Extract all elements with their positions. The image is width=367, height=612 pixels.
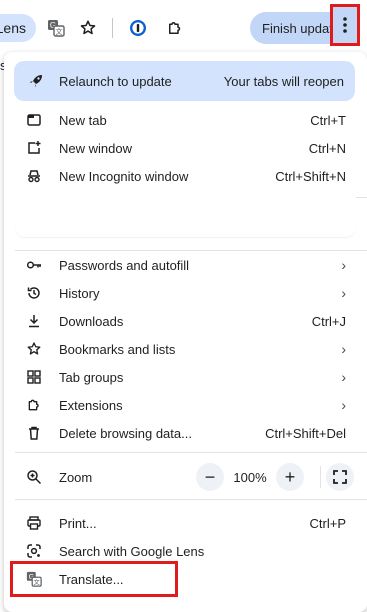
finish-update-label: Finish update [262,20,341,36]
minus-icon: − [204,466,216,487]
chevron-right-icon: › [341,397,346,413]
lens-chip-label: Lens [0,20,26,36]
menu-item-label: Passwords and autofill [59,257,190,273]
kebab-menu-button[interactable] [330,4,360,46]
menu-item-new-incognito-window[interactable]: New Incognito window Ctrl+Shift+N [4,162,367,190]
menu-item-label: History [59,285,100,301]
password-manager-icon[interactable] [124,14,152,42]
menu-item-print[interactable]: Print... Ctrl+P [4,509,367,537]
zoom-in-button[interactable]: + [276,463,304,491]
menu-item-label: New window [59,140,132,156]
menu-item-label: Extensions [59,397,123,413]
tab-groups-icon [26,369,42,385]
menu-item-search-with-google-lens[interactable]: Search with Google Lens [4,537,367,565]
translate-icon: G 文 [26,571,42,587]
menu-item-label: Delete browsing data... [59,425,192,441]
menu-divider [15,499,367,500]
chevron-right-icon: › [341,369,346,385]
relaunch-label: Relaunch to update [59,73,172,89]
trash-icon [26,425,42,441]
history-icon [26,285,42,301]
relaunch-note: Your tabs will reopen [223,73,344,89]
chrome-main-menu: Relaunch to update Your tabs will reopen… [4,52,367,612]
chevron-right-icon: › [341,257,346,273]
menu-item-history[interactable]: History › [4,279,367,307]
fullscreen-icon [333,470,347,484]
plus-icon: + [284,466,296,487]
star-icon [26,341,42,357]
menu-item-label: Print... [59,515,97,531]
zoom-level: 100% [233,470,267,485]
zoom-out-button[interactable]: − [196,463,224,491]
extensions-icon [26,397,42,413]
svg-text:文: 文 [56,27,63,36]
menu-item-shortcut: Ctrl+T [310,112,346,128]
zoom-row: Zoom − 100% + [4,457,367,497]
menu-item-label: New Incognito window [59,168,189,184]
menu-item-shortcut: Ctrl+Shift+Del [265,425,346,441]
menu-item-new-tab[interactable]: New tab Ctrl+T [4,106,367,134]
menu-divider [15,452,367,453]
new-window-icon [26,140,42,156]
zoom-magnifier-icon [26,469,42,488]
menu-item-shortcut: Ctrl+N [308,140,346,156]
menu-item-downloads[interactable]: Downloads Ctrl+J [4,307,367,335]
menu-item-passwords-and-autofill[interactable]: Passwords and autofill › [4,251,367,279]
extensions-puzzle-icon[interactable] [161,14,189,42]
rocket-icon [28,73,44,92]
kebab-menu-icon [343,17,347,33]
toolbar-divider [112,18,113,38]
menu-item-translate[interactable]: G 文 Translate... [4,565,367,593]
key-icon [26,257,42,273]
svg-text:文: 文 [34,578,41,586]
menu-item-tab-groups[interactable]: Tab groups › [4,363,367,391]
empty-profile-row [15,197,356,237]
browser-toolbar: Lens G 文 Finish update [0,0,367,58]
print-icon [26,515,42,531]
menu-item-label: Translate... [59,571,124,587]
google-translate-icon[interactable]: G 文 [42,14,70,42]
menu-item-shortcut: Ctrl+P [309,515,346,531]
menu-item-label: Bookmarks and lists [59,341,176,357]
bookmark-star-icon[interactable] [74,14,102,42]
menu-item-shortcut: Ctrl+Shift+N [275,168,346,184]
fullscreen-button[interactable] [326,463,354,491]
zoom-label: Zoom [59,470,93,485]
google-lens-chip[interactable]: Lens [0,14,36,42]
menu-item-new-window[interactable]: New window Ctrl+N [4,134,367,162]
menu-item-bookmarks-and-lists[interactable]: Bookmarks and lists › [4,335,367,363]
menu-item-extensions[interactable]: Extensions › [4,391,367,419]
download-icon [26,313,42,329]
new-tab-icon [26,112,42,128]
menu-item-delete-browsing-data[interactable]: Delete browsing data... Ctrl+Shift+Del [4,419,367,447]
incognito-icon [26,168,42,184]
menu-item-label: Downloads [59,313,124,329]
chevron-right-icon: › [341,285,346,301]
menu-item-label: Tab groups [59,369,124,385]
zoom-divider [320,466,321,488]
menu-item-label: Search with Google Lens [59,543,205,559]
chevron-right-icon: › [341,341,346,357]
menu-item-label: New tab [59,112,107,128]
menu-item-shortcut: Ctrl+J [311,313,346,329]
relaunch-to-update-item[interactable]: Relaunch to update Your tabs will reopen [14,61,355,101]
google-lens-icon [26,543,42,559]
